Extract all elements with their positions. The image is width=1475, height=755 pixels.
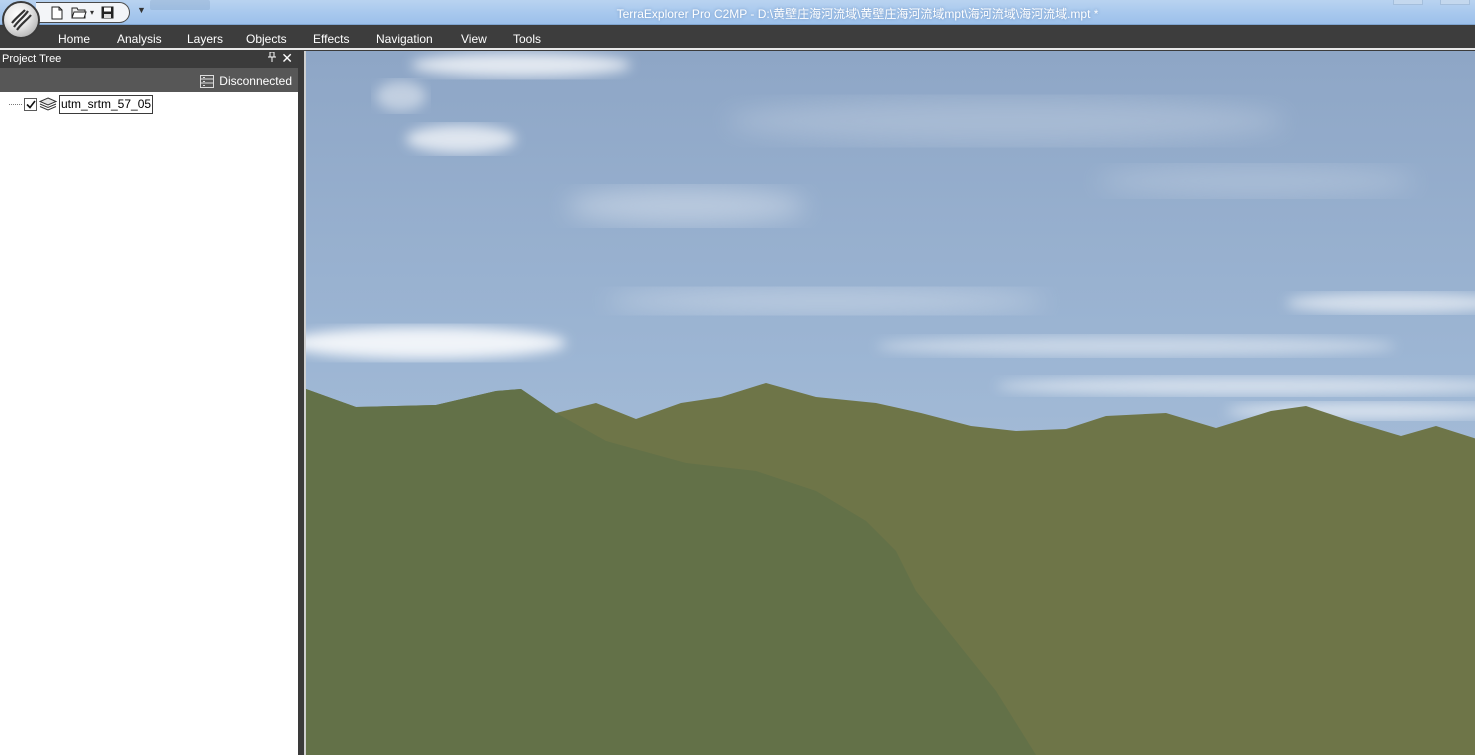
tab-navigation[interactable]: Navigation [376, 32, 433, 46]
3d-terrain-viewport[interactable] [304, 51, 1475, 755]
tree-item-label[interactable]: utm_srtm_57_05 [59, 94, 154, 114]
pin-icon[interactable] [268, 51, 276, 65]
close-icon[interactable]: ✕ [281, 50, 293, 67]
layer-visibility-checkbox[interactable] [24, 97, 37, 111]
project-tree-toolbar: Disconnected [0, 68, 298, 92]
tab-effects[interactable]: Effects [313, 32, 349, 46]
project-tree-header: Project Tree ✕ [0, 50, 298, 68]
window-title: TerraExplorer Pro C2MP - D:\黄壁庄海河流域\黄壁庄海… [616, 7, 1099, 21]
minimize-button[interactable] [1393, 0, 1423, 5]
tab-view[interactable]: View [461, 32, 487, 46]
connection-status-label: Disconnected [219, 74, 292, 88]
tree-connector-line [9, 103, 22, 105]
checkmark-icon [25, 100, 36, 109]
tree-item[interactable]: utm_srtm_57_05 [9, 94, 154, 114]
tab-layers[interactable]: Layers [187, 32, 223, 46]
project-tree-panel: Project Tree ✕ Disconnected utm_srtm_57_… [0, 50, 298, 755]
terrain-layer-icon [39, 97, 57, 111]
application-menu-button[interactable] [2, 1, 40, 39]
server-icon [200, 74, 215, 88]
tab-home[interactable]: Home [58, 32, 90, 46]
maximize-button[interactable] [1440, 0, 1470, 5]
connection-status-button[interactable]: Disconnected [200, 74, 292, 88]
tab-tools[interactable]: Tools [513, 32, 541, 46]
app-logo-icon [11, 9, 32, 31]
title-bar: ▾ ▼ TerraExplorer Pro C2MP - D:\黄壁庄海河流域\… [0, 0, 1475, 39]
panel-title: Project Tree [2, 53, 62, 65]
tab-analysis[interactable]: Analysis [117, 32, 162, 46]
tab-objects[interactable]: Objects [246, 32, 287, 46]
ribbon-tab-bar: Home Analysis Layers Objects Effects Nav… [0, 26, 1475, 50]
terrain-scene [306, 51, 1475, 755]
